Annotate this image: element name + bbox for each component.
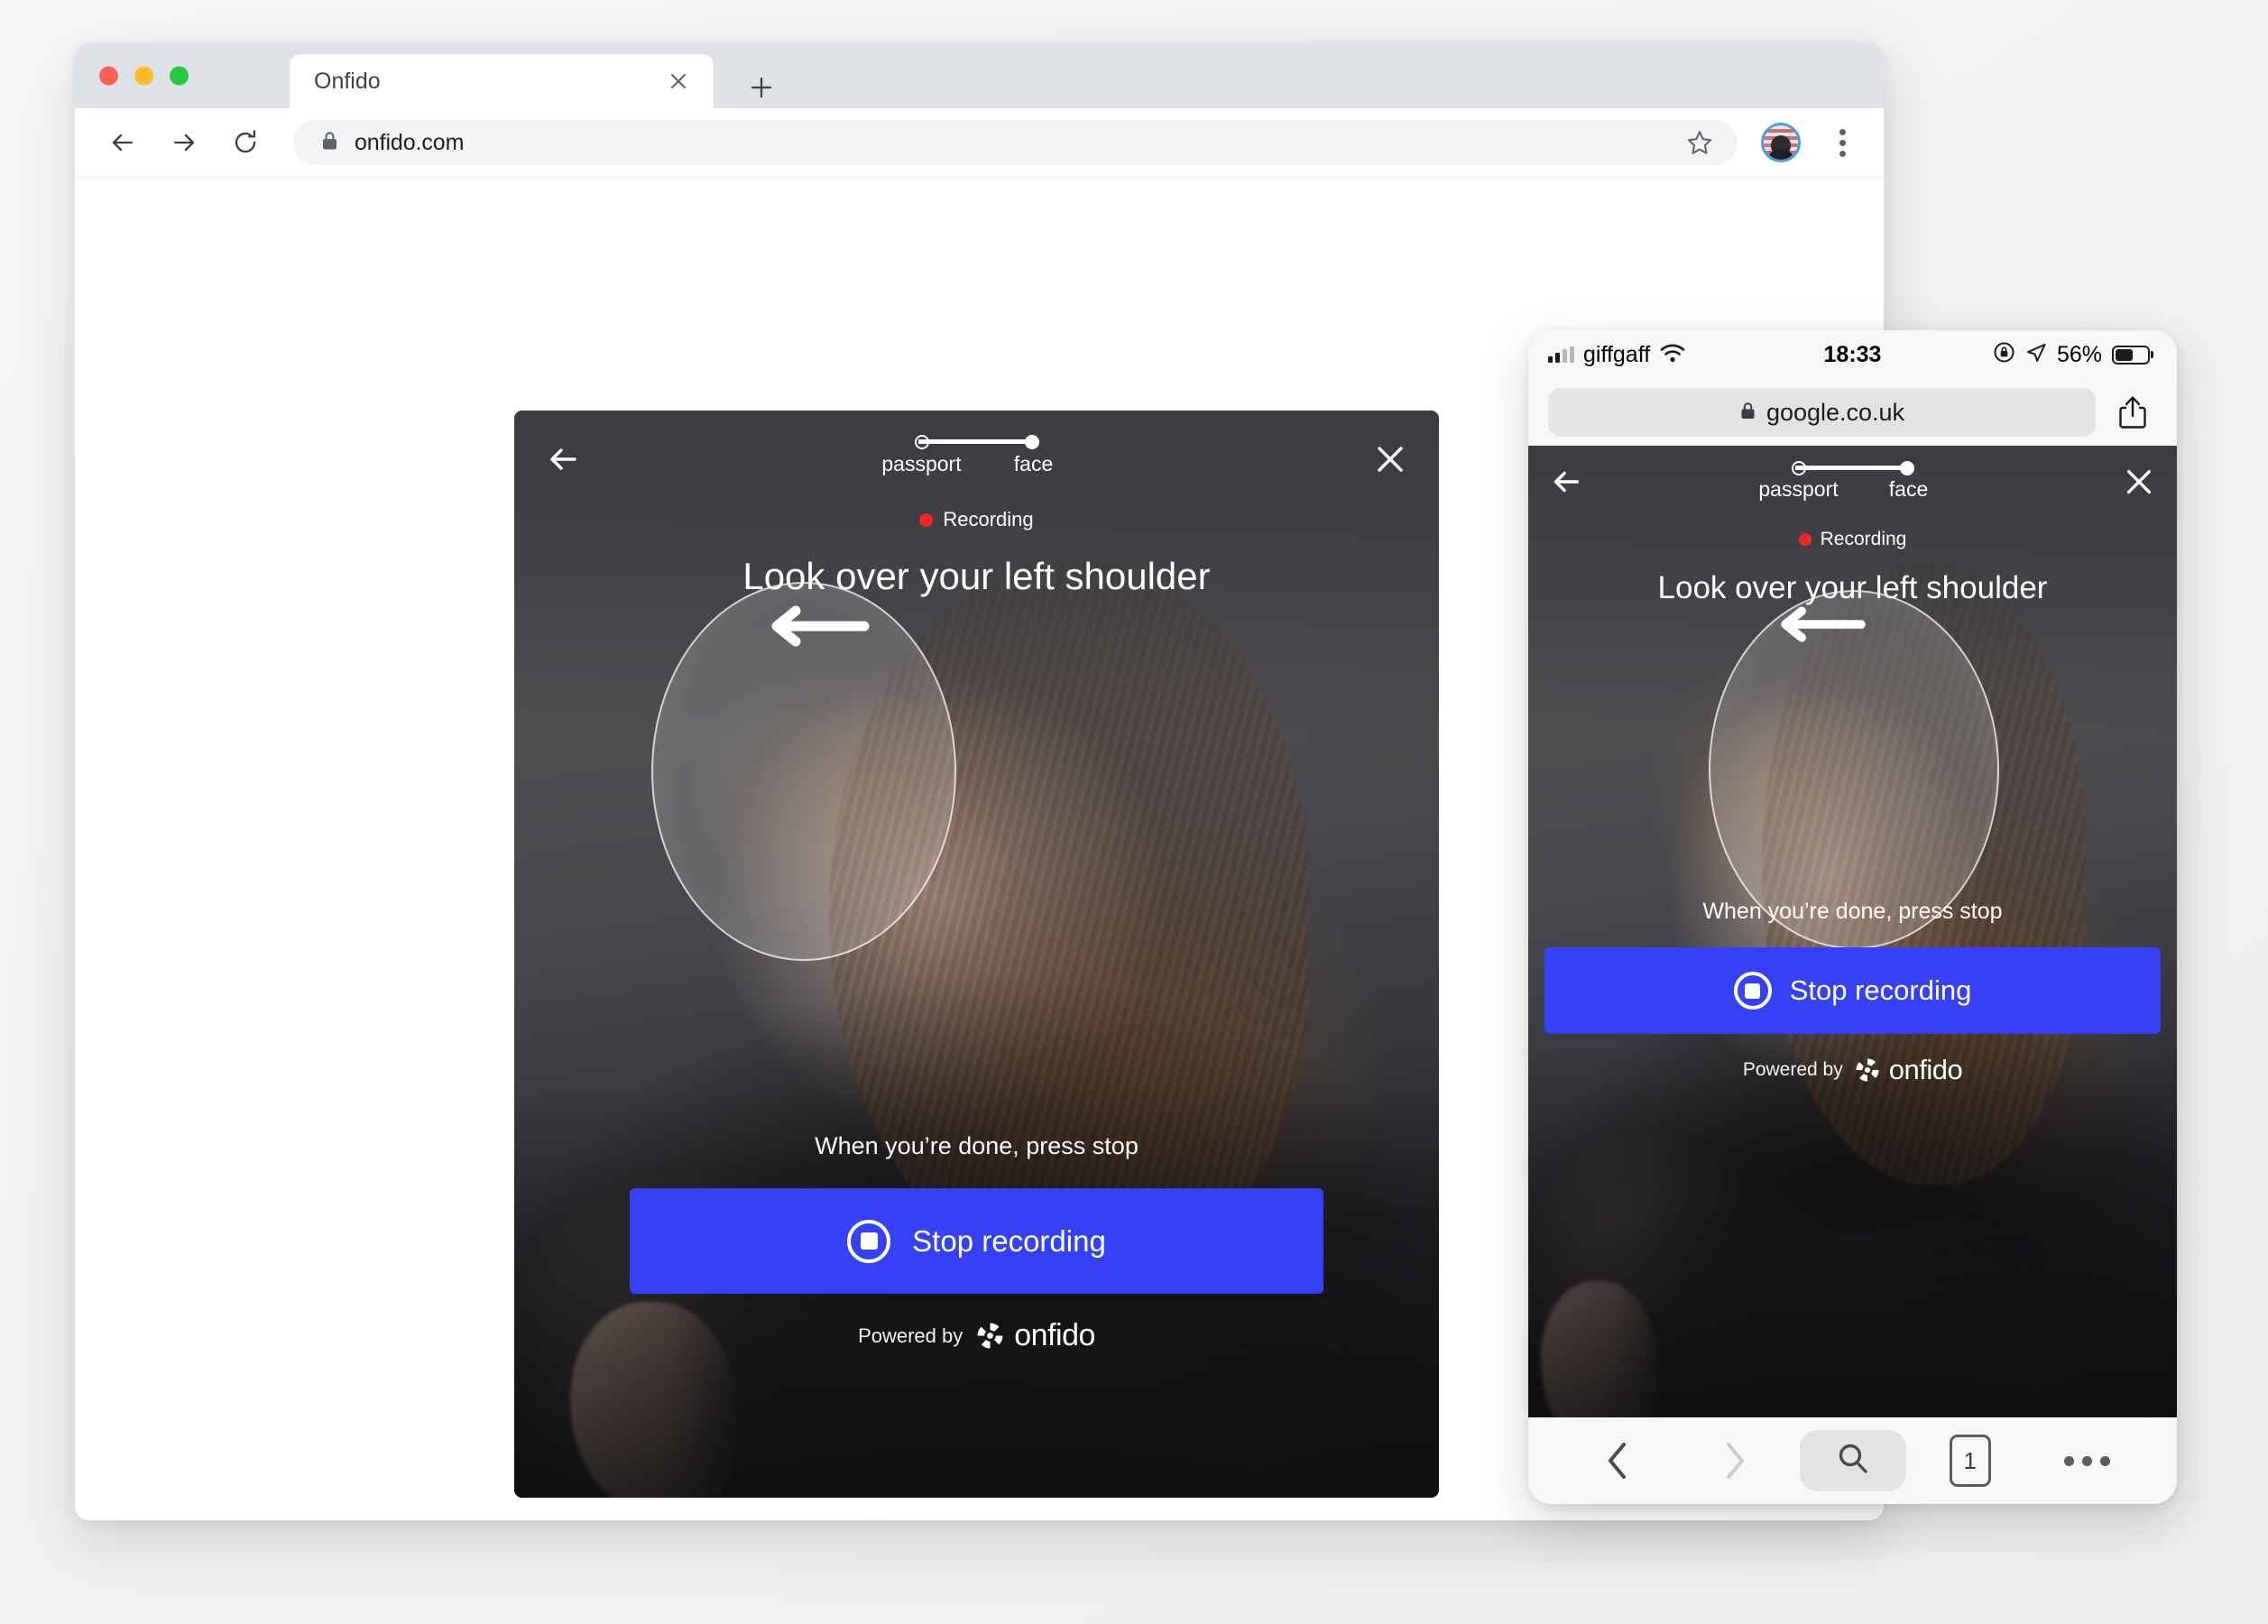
chevron-right-icon xyxy=(1676,1430,1793,1491)
stop-record-icon xyxy=(847,1219,891,1263)
mobile-phone-frame: giffgaff 18:33 56% google.co.uk passport… xyxy=(1528,330,2177,1504)
close-x-icon[interactable] xyxy=(1365,434,1415,484)
lock-icon xyxy=(1739,401,1756,425)
arrow-left-icon[interactable] xyxy=(1543,458,1590,505)
recording-indicator: Recording xyxy=(1528,529,2177,550)
tab-title: Onfido xyxy=(314,68,381,94)
share-icon[interactable] xyxy=(2108,388,2157,437)
stepper-labels: passport face xyxy=(1758,477,1928,503)
onfido-logo: onfido xyxy=(976,1318,1095,1353)
recording-indicator: Recording xyxy=(514,508,1439,531)
progress-stepper: passport face xyxy=(1758,460,1928,503)
ellipsis-icon[interactable] xyxy=(2029,1430,2146,1491)
onfido-liveness-card-mobile: passport face Recording Look over your l… xyxy=(1528,446,2177,1417)
stop-hint-text: When you’re done, press stop xyxy=(815,1132,1139,1159)
window-traffic-lights xyxy=(99,66,189,86)
tabs-button[interactable]: 1 xyxy=(1912,1430,2029,1491)
carrier-name: giffgaff xyxy=(1583,341,1651,367)
tabs-count: 1 xyxy=(1949,1435,1991,1487)
stepper-label-passport: passport xyxy=(1758,477,1839,501)
browser-back-button[interactable] xyxy=(104,124,142,161)
stepper-label-face: face xyxy=(1013,452,1054,475)
browser-reload-button[interactable] xyxy=(226,124,264,161)
arrow-left-long-icon xyxy=(1774,606,1867,642)
stop-hint-text: When you’re done, press stop xyxy=(1702,899,2003,924)
phone-status-bar: giffgaff 18:33 56% xyxy=(1528,330,2177,379)
stepper-track xyxy=(1791,460,1914,475)
phone-url-text: google.co.uk xyxy=(1766,398,1905,426)
powered-by-onfido: Powered by onfido xyxy=(1544,1054,2161,1086)
recording-label: Recording xyxy=(943,508,1034,531)
stepper-dot-passport[interactable] xyxy=(1791,460,1806,475)
recording-dot-icon xyxy=(919,512,934,527)
stepper-dot-face[interactable] xyxy=(1024,434,1039,449)
status-bar-time: 18:33 xyxy=(1823,341,1882,367)
onfido-liveness-card-desktop: passport face Recording Look over your l… xyxy=(514,411,1439,1498)
phone-safari-toolbar: 1 xyxy=(1528,1417,2177,1504)
progress-stepper: passport face xyxy=(881,434,1053,479)
search-button[interactable] xyxy=(1793,1430,1911,1491)
onfido-wordmark: onfido xyxy=(1014,1318,1095,1352)
wifi-icon xyxy=(1659,343,1686,367)
stepper-dot-face[interactable] xyxy=(1899,460,1914,475)
stepper-label-face: face xyxy=(1888,477,1929,501)
search-icon xyxy=(1836,1442,1870,1481)
onfido-logo: onfido xyxy=(1855,1054,1963,1086)
browser-tabstrip: Onfido xyxy=(75,43,1884,108)
stepper-track xyxy=(914,434,1039,449)
stop-record-icon xyxy=(1733,972,1772,1010)
window-close-button[interactable] xyxy=(99,66,118,86)
card-header: passport face xyxy=(1528,446,2177,516)
instruction-headline: Look over your left shoulder xyxy=(742,555,1211,597)
chevron-left-icon[interactable] xyxy=(1559,1430,1676,1491)
rotation-lock-icon xyxy=(1993,341,2015,368)
address-bar-url: onfido.com xyxy=(355,129,465,155)
powered-by-label: Powered by xyxy=(858,1324,963,1347)
recording-dot-icon xyxy=(1798,533,1812,546)
recording-label: Recording xyxy=(1820,529,1907,549)
browser-toolbar: onfido.com xyxy=(75,108,1884,178)
stepper-label-passport: passport xyxy=(881,452,962,475)
onfido-wordmark: onfido xyxy=(1888,1054,1963,1085)
star-icon[interactable] xyxy=(1682,125,1718,161)
stepper-labels: passport face xyxy=(881,452,1053,479)
powered-by-label: Powered by xyxy=(1742,1059,1843,1080)
stop-recording-label: Stop recording xyxy=(912,1223,1106,1258)
close-x-icon[interactable] xyxy=(2116,458,2162,505)
close-icon[interactable] xyxy=(663,66,694,97)
arrow-left-icon[interactable] xyxy=(538,434,588,484)
phone-address-bar: google.co.uk xyxy=(1528,379,2177,446)
kebab-menu-icon[interactable] xyxy=(1824,125,1860,161)
onfido-logo-icon xyxy=(1855,1057,1880,1083)
lock-icon xyxy=(320,130,339,156)
instruction-headline: Look over your left shoulder xyxy=(1657,570,2048,605)
stepper-dot-passport[interactable] xyxy=(914,434,929,449)
stop-recording-label: Stop recording xyxy=(1789,974,1972,1006)
location-arrow-icon xyxy=(2025,342,2047,368)
browser-forward-button[interactable] xyxy=(165,124,203,161)
stepper-line xyxy=(1794,466,1911,470)
signal-bars-icon xyxy=(1548,346,1574,363)
avatar[interactable] xyxy=(1761,123,1801,162)
browser-tab-onfido[interactable]: Onfido xyxy=(290,54,714,108)
window-maximize-button[interactable] xyxy=(170,66,189,86)
stop-recording-button[interactable]: Stop recording xyxy=(630,1188,1323,1294)
stop-recording-button[interactable]: Stop recording xyxy=(1544,947,2161,1034)
arrow-left-long-icon xyxy=(763,605,871,647)
phone-url-field[interactable]: google.co.uk xyxy=(1548,388,2096,437)
stepper-line xyxy=(917,439,1036,444)
new-tab-button[interactable] xyxy=(744,70,779,105)
battery-icon xyxy=(2112,345,2150,364)
onfido-logo-icon xyxy=(976,1322,1004,1350)
address-bar[interactable]: onfido.com xyxy=(293,120,1738,165)
battery-percent: 56% xyxy=(2056,341,2102,367)
window-minimize-button[interactable] xyxy=(134,66,153,86)
card-header: passport face xyxy=(514,411,1439,494)
powered-by-onfido: Powered by onfido xyxy=(630,1318,1323,1353)
